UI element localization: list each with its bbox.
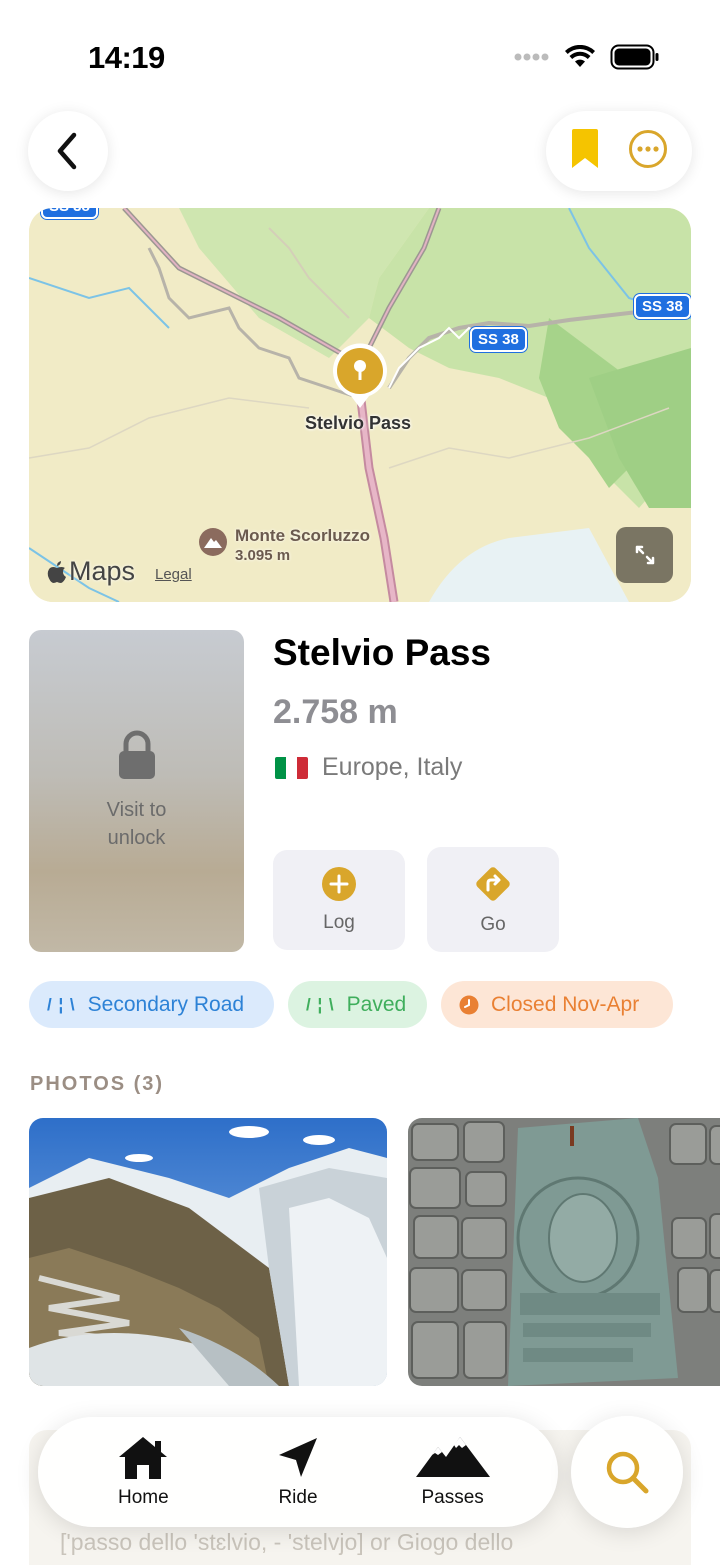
lock-icon	[118, 730, 155, 779]
search-icon	[606, 1451, 649, 1494]
lock-text: Visit to unlock	[106, 799, 167, 849]
locked-photo-card[interactable]: Visit to unlock	[29, 630, 244, 952]
road-icon: / ¦ \	[306, 994, 335, 1014]
bookmark-button[interactable]	[570, 128, 600, 175]
apple-logo-icon	[47, 560, 66, 583]
photo-thumbnail[interactable]	[408, 1118, 720, 1386]
directions-icon	[476, 866, 510, 901]
tab-passes-label: Passes	[421, 1487, 484, 1508]
legal-link[interactable]: Legal	[155, 566, 192, 583]
status-bar: 14:19	[0, 0, 720, 110]
photo-thumbnail[interactable]	[29, 1118, 387, 1386]
status-time: 14:19	[88, 40, 165, 75]
plus-circle-icon	[322, 867, 356, 901]
mountain-icon	[199, 528, 227, 556]
closure-chip: Closed Nov-Apr	[441, 981, 673, 1028]
wifi-icon	[565, 45, 595, 67]
road-shield: SS 38	[634, 294, 691, 319]
peak-elevation: 3.095 m	[235, 547, 291, 564]
pass-elevation: 2.758 m	[273, 693, 398, 731]
italy-flag-icon	[275, 756, 308, 779]
expand-map-button[interactable]	[616, 527, 673, 583]
status-icons	[514, 44, 660, 70]
tab-ride[interactable]: Ride	[233, 1435, 363, 1509]
clock-icon	[459, 995, 479, 1014]
tab-bar: Home Ride Passes	[38, 1417, 558, 1527]
pass-title: Stelvio Pass	[273, 632, 492, 673]
surface-label: Paved	[346, 992, 407, 1016]
ellipsis-circle-icon	[629, 129, 667, 168]
map-peak-marker[interactable]: Monte Scorluzzo 3.095 m	[199, 526, 370, 566]
tab-passes[interactable]: Passes	[388, 1435, 518, 1509]
maps-brand: Maps	[47, 556, 135, 587]
tab-ride-label: Ride	[278, 1487, 318, 1508]
location-arrow-icon	[278, 1438, 317, 1477]
road-type-label: Secondary Road	[87, 992, 245, 1016]
go-label: Go	[480, 913, 506, 935]
back-button[interactable]	[28, 111, 108, 191]
road-icon: / ¦ \	[47, 994, 76, 1014]
tab-home[interactable]: Home	[78, 1435, 208, 1509]
pass-location-text: Europe, Italy	[322, 753, 463, 781]
road-type-chip: / ¦ \ Secondary Road	[29, 981, 274, 1028]
map-peak-text: Monte Scorluzzo 3.095 m	[235, 526, 370, 566]
tab-home-label: Home	[117, 1487, 169, 1508]
more-button[interactable]	[628, 129, 668, 174]
expand-icon	[635, 545, 654, 565]
battery-icon	[610, 44, 659, 70]
mountain-road-photo	[29, 1118, 387, 1386]
nav-actions	[546, 111, 692, 191]
description-text: ['passo dello 'stɛlvio, - 'stelvjo] or G…	[60, 1529, 514, 1555]
peak-name: Monte Scorluzzo	[235, 526, 371, 545]
closure-label: Closed Nov-Apr	[491, 992, 640, 1016]
log-label: Log	[323, 912, 355, 933]
house-icon	[119, 1437, 168, 1479]
pass-location: Europe, Italy	[275, 753, 462, 782]
photos-section-header: PHOTOS (3)	[30, 1073, 165, 1095]
signal-dots-icon	[514, 53, 549, 61]
road-shield: SS 38	[470, 327, 527, 352]
mountains-icon	[415, 1437, 490, 1477]
log-button[interactable]: Log	[273, 850, 405, 950]
road-shield: SS 38	[41, 208, 98, 219]
bookmark-icon	[572, 128, 598, 168]
maps-brand-label: Maps	[69, 556, 136, 586]
go-button[interactable]: Go	[427, 847, 559, 952]
chevron-left-icon	[57, 132, 77, 170]
map-pin-label: Stelvio Pass	[305, 413, 412, 433]
map-view[interactable]: SS 38 SS 38 SS 38 Stelvio Pass Monte Sco…	[29, 208, 691, 602]
memorial-plaque-photo	[408, 1118, 720, 1386]
surface-chip: / ¦ \ Paved	[288, 981, 427, 1028]
search-button[interactable]	[571, 1416, 683, 1528]
